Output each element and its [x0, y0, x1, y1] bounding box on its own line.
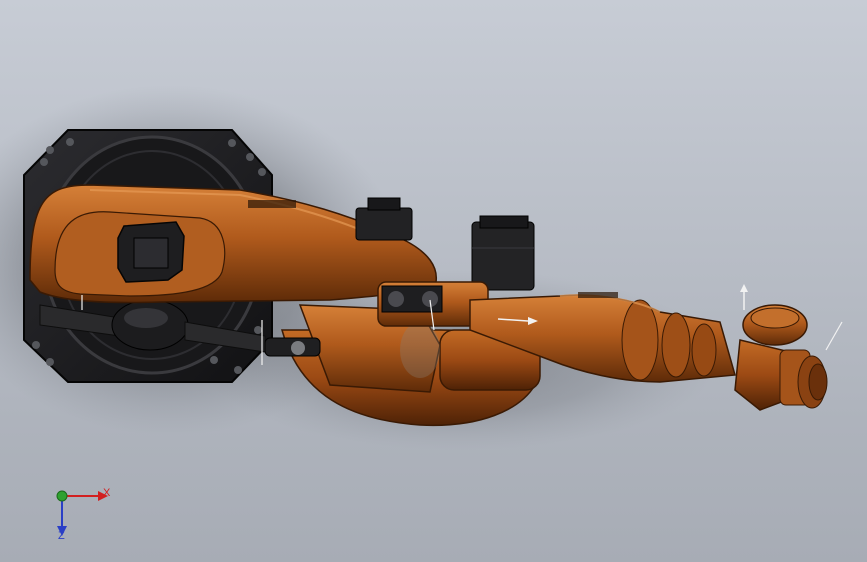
axis4-motor[interactable] — [471, 215, 535, 291]
y-axis-dot — [56, 490, 68, 502]
reference-triad: X Z — [40, 478, 120, 548]
axis-z-label: Z — [58, 530, 65, 542]
axis-x-label: X — [103, 487, 111, 499]
wrist[interactable] — [734, 304, 828, 411]
robot-arm-model[interactable] — [0, 0, 867, 562]
graphics-viewport[interactable]: X Z — [0, 0, 867, 562]
